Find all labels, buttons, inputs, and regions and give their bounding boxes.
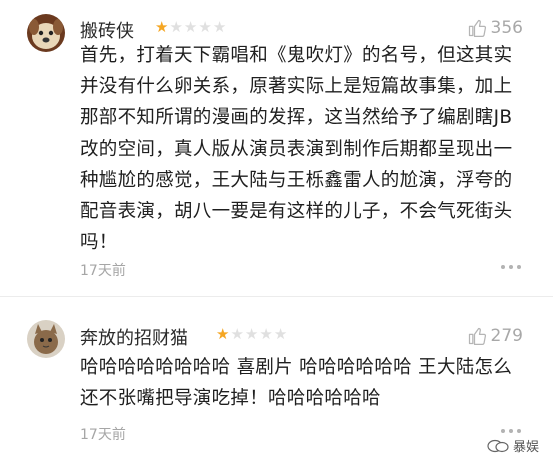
like-count: 356 <box>490 18 523 38</box>
review-text: 哈哈哈哈哈哈哈哈 喜剧片 哈哈哈哈哈哈 王大陆怎么还不张嘴把导演吃掉！哈哈哈哈哈… <box>80 357 513 410</box>
star-empty-icon: ★ <box>230 325 244 343</box>
avatar[interactable] <box>27 14 65 52</box>
star-empty-icon: ★ <box>212 18 227 36</box>
thumbs-up-icon <box>468 19 486 37</box>
star-empty-icon: ★ <box>169 18 183 36</box>
wechat-icon <box>487 439 509 452</box>
dot <box>509 429 513 433</box>
star-empty-icon: ★ <box>273 325 288 343</box>
review-text: 首先，打着天下霸唱和《鬼吹灯》的名号，但这其实并没有什么卵关系，原著实际上是短篇… <box>80 45 513 254</box>
dog-avatar-icon <box>27 14 65 52</box>
dot <box>501 429 505 433</box>
cat-avatar-icon <box>27 320 65 358</box>
like-count: 279 <box>490 326 523 346</box>
review-item: 奔放的招财猫 ★ ★ ★ ★ ★ 279 哈哈哈哈哈哈哈哈 喜剧片 哈哈哈哈哈哈… <box>0 302 553 473</box>
review-item: 搬砖侠 ★ ★ ★ ★ ★ 356 首先，打着天下霸唱和《鬼吹灯》的名号，但这其… <box>0 0 553 292</box>
dot <box>509 265 513 269</box>
avatar[interactable] <box>27 320 65 358</box>
star-empty-icon: ★ <box>259 325 273 343</box>
timestamp: 17天前 <box>80 263 126 279</box>
watermark-text: 暴娱 <box>512 440 539 455</box>
watermark: 暴娱 <box>487 436 539 455</box>
divider <box>0 296 553 297</box>
dot <box>517 429 521 433</box>
star-filled-icon: ★ <box>216 325 230 343</box>
more-options-icon[interactable] <box>501 429 521 433</box>
star-empty-icon: ★ <box>198 18 212 36</box>
like-button[interactable]: 356 <box>467 18 523 38</box>
star-empty-icon: ★ <box>183 18 198 36</box>
star-filled-icon: ★ <box>155 18 169 36</box>
thumbs-up-icon <box>468 327 486 345</box>
dot <box>517 265 521 269</box>
star-rating: ★ ★ ★ ★ ★ <box>216 326 287 342</box>
like-button[interactable]: 279 <box>467 326 523 346</box>
dot <box>501 265 505 269</box>
star-empty-icon: ★ <box>244 325 259 343</box>
timestamp: 17天前 <box>80 427 126 443</box>
username[interactable]: 奔放的招财猫 <box>80 324 188 350</box>
more-options-icon[interactable] <box>501 265 521 269</box>
star-rating: ★ ★ ★ ★ ★ <box>155 19 226 35</box>
